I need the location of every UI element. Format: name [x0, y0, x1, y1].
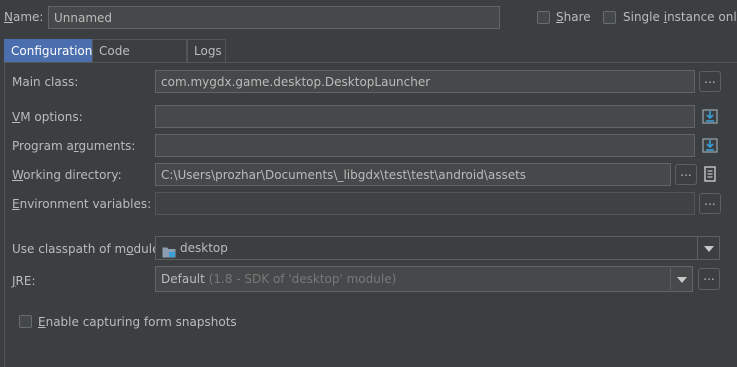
working-dir-browse-button[interactable]: ...	[675, 164, 697, 185]
name-label: Name:	[4, 10, 44, 24]
share-label: Share	[556, 10, 591, 24]
vm-options-input[interactable]	[155, 105, 695, 128]
classpath-value: desktop	[180, 241, 228, 255]
vm-options-label: VM options:	[12, 110, 83, 124]
main-class-browse-button[interactable]: ...	[699, 71, 721, 92]
insert-macro-icon[interactable]	[700, 164, 720, 184]
folder-icon	[162, 243, 176, 257]
tab-configuration[interactable]: Configuration	[4, 39, 92, 62]
share-checkbox[interactable]	[537, 11, 550, 24]
jre-select[interactable]: Default (1.8 - SDK of 'desktop' module)	[155, 266, 693, 292]
name-input[interactable]: Unnamed	[48, 6, 500, 29]
program-args-label: Program arguments:	[12, 139, 136, 153]
snapshots-checkbox[interactable]	[19, 315, 32, 328]
single-instance-checkbox[interactable]	[603, 11, 616, 24]
classpath-select[interactable]: desktop	[155, 236, 720, 260]
expand-icon[interactable]	[700, 107, 720, 126]
working-dir-label: Working directory:	[12, 168, 122, 182]
env-vars-input[interactable]	[155, 192, 695, 215]
jre-label: JRE:	[12, 274, 36, 288]
program-args-input[interactable]	[155, 134, 695, 157]
tab-logs[interactable]: Logs	[187, 39, 226, 62]
single-instance-label: Single instance only	[623, 10, 737, 24]
expand-icon[interactable]	[700, 136, 720, 155]
tab-code-coverage[interactable]: Code Coverage	[92, 39, 187, 80]
chevron-down-icon[interactable]	[697, 237, 719, 259]
jre-detail: (1.8 - SDK of 'desktop' module)	[208, 272, 397, 286]
working-dir-input[interactable]: C:\Users\prozhar\Documents\_libgdx\test\…	[155, 163, 671, 186]
env-vars-browse-button[interactable]: ...	[699, 193, 721, 214]
name-label-rest: ame:	[12, 10, 44, 24]
chevron-down-icon[interactable]	[670, 268, 692, 290]
env-vars-label: Environment variables:	[12, 197, 152, 211]
classpath-label: Use classpath of module:	[12, 242, 164, 256]
main-class-label: Main class:	[12, 75, 79, 89]
main-class-input[interactable]: com.mygdx.game.desktop.DesktopLauncher	[155, 70, 695, 93]
snapshots-label: Enable capturing form snapshots	[38, 315, 237, 329]
jre-browse-button[interactable]: ...	[698, 268, 720, 290]
jre-value: Default	[161, 272, 205, 286]
